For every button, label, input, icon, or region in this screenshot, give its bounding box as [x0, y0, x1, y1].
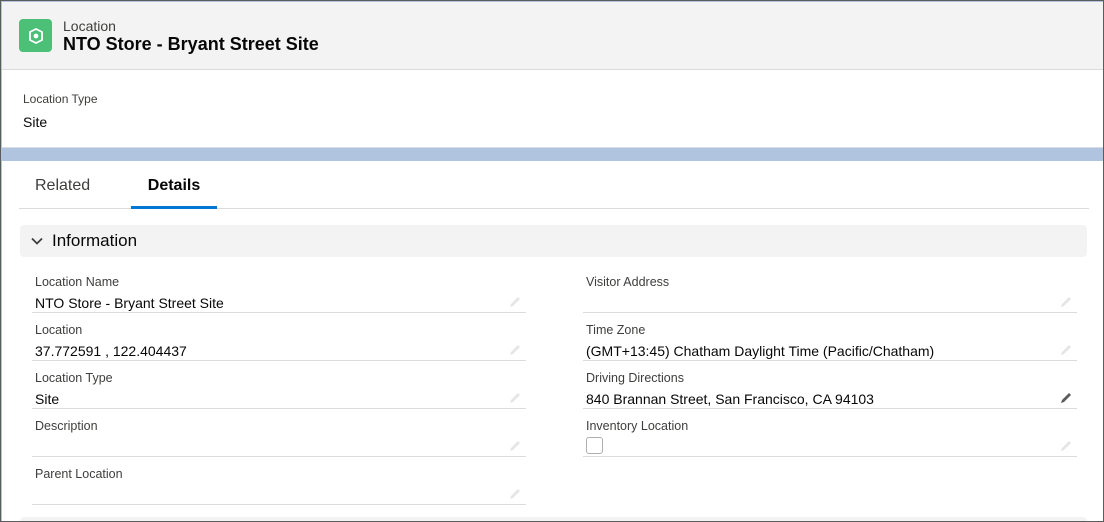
- next-section-header: [20, 517, 1087, 521]
- edit-pencil-icon[interactable]: [508, 487, 522, 501]
- location-icon: [19, 19, 52, 52]
- edit-pencil-icon[interactable]: [508, 343, 522, 357]
- field-description: Description: [32, 409, 526, 457]
- tab-details[interactable]: Details: [131, 177, 217, 209]
- highlight-location-type: Location Type Site: [23, 92, 98, 130]
- field-value: (GMT+13:45) Chatham Daylight Time (Pacif…: [586, 343, 935, 359]
- section-information-toggle[interactable]: Information: [20, 225, 1087, 257]
- field-label: Visitor Address: [586, 275, 670, 289]
- record-title: NTO Store - Bryant Street Site: [63, 34, 319, 54]
- field-location-name: Location Name NTO Store - Bryant Street …: [32, 265, 526, 313]
- edit-pencil-icon[interactable]: [1059, 343, 1073, 357]
- highlight-value: Site: [23, 114, 48, 130]
- field-inventory-location: Inventory Location: [583, 409, 1077, 457]
- field-driving-directions: Driving Directions 840 Brannan Street, S…: [583, 361, 1077, 409]
- edit-pencil-icon[interactable]: [508, 439, 522, 453]
- section-title: Information: [52, 231, 138, 250]
- field-visitor-address: Visitor Address: [583, 265, 1077, 313]
- app-frame: Location NTO Store - Bryant Street Site …: [0, 0, 1104, 522]
- header-top: Location NTO Store - Bryant Street Site: [2, 2, 1103, 70]
- field-parent-location: Parent Location: [32, 457, 526, 505]
- field-label: Parent Location: [35, 467, 123, 481]
- field-value: 840 Brannan Street, San Francisco, CA 94…: [586, 391, 874, 407]
- record-header: Location NTO Store - Bryant Street Site …: [2, 2, 1103, 148]
- field-label: Location Name: [35, 275, 120, 289]
- field-location: Location 37.772591 , 122.404437: [32, 313, 526, 361]
- details-card: Related Details Information Location Nam…: [2, 161, 1103, 521]
- field-value: NTO Store - Bryant Street Site: [35, 295, 224, 311]
- field-location-type: Location Type Site: [32, 361, 526, 409]
- edit-pencil-icon[interactable]: [1059, 439, 1073, 453]
- edit-pencil-icon[interactable]: [1059, 295, 1073, 309]
- field-value: Site: [35, 391, 60, 407]
- field-time-zone: Time Zone (GMT+13:45) Chatham Daylight T…: [583, 313, 1077, 361]
- field-label: Description: [35, 419, 98, 433]
- field-label: Inventory Location: [586, 419, 689, 433]
- field-value: 37.772591 , 122.404437: [35, 343, 187, 359]
- edit-pencil-icon[interactable]: [508, 295, 522, 309]
- edit-pencil-icon[interactable]: [1059, 391, 1073, 405]
- field-label: Location: [35, 323, 83, 337]
- object-label: Location: [63, 18, 116, 34]
- inventory-location-checkbox[interactable]: [586, 437, 603, 454]
- field-label: Location Type: [35, 371, 113, 385]
- highlight-label: Location Type: [23, 92, 98, 106]
- field-label: Time Zone: [586, 323, 646, 337]
- tab-related[interactable]: Related: [35, 177, 90, 209]
- chevron-down-icon: [31, 237, 43, 245]
- tab-bar: Related Details: [19, 161, 1089, 209]
- field-label: Driving Directions: [586, 371, 684, 385]
- edit-pencil-icon[interactable]: [508, 391, 522, 405]
